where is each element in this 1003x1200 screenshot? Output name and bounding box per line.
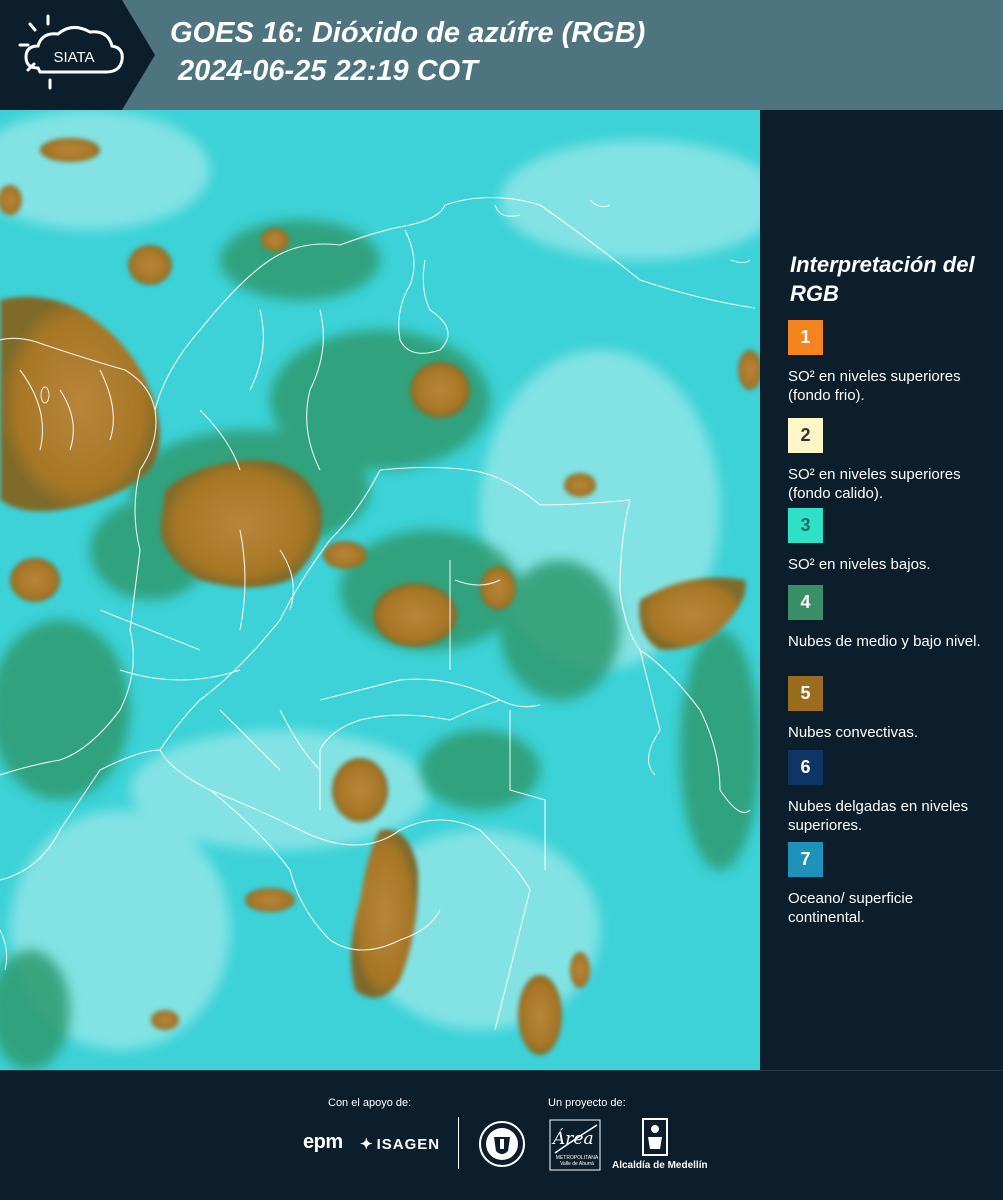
legend-label: Nubes delgadas en niveles superiores. [788,798,969,834]
epm-logo: epm [303,1131,343,1153]
isagen-text: ISAGEN [376,1135,441,1153]
legend-item-6: 6 Nubes delgadas en niveles superiores. [788,750,993,835]
legend-number: 1 [800,327,811,347]
legend-panel: Interpretación del RGB 1 SO² en niveles … [760,110,1003,1070]
area-logo-text: Área [553,1129,594,1149]
legend-label: Nubes convectivas. [788,724,919,741]
siata-goes-product-page: SIATA GOES 16: Dióxido de azúfre (RGB) 2… [0,0,1003,1200]
footer-divider [458,1117,459,1169]
legend-swatch-3: 3 [788,508,823,543]
legend-item-3: 3 SO² en niveles bajos. [788,508,993,574]
legend-number: 2 [800,425,811,445]
isagen-icon: ✦ [360,1136,374,1153]
legend-label: Nubes de medio y bajo nivel. [788,633,981,650]
title-product: GOES 16: Dióxido de azúfre (RGB) [170,17,646,49]
legend-label: Oceano/ superficie continental. [788,890,914,926]
legend-swatch-7: 7 [788,842,823,877]
legend-item-2: 2 SO² en niveles superiores (fondo calid… [788,418,993,503]
alcaldia-shield-icon [641,1117,669,1164]
page-title: GOES 16: Dióxido de azúfre (RGB) 2024-06… [170,14,645,90]
legend-label: SO² en niveles superiores (fondo frio). [788,368,961,404]
support-label: Con el apoyo de: [328,1097,412,1109]
legend-item-1: 1 SO² en niveles superiores (fondo frio)… [788,320,993,405]
legend-number: 4 [800,592,811,612]
legend-swatch-4: 4 [788,585,823,620]
legend-item-4: 4 Nubes de medio y bajo nivel. [788,585,993,651]
legend-swatch-2: 2 [788,418,823,453]
area-logo-subtext: METROPOLITANA Valle de Aburrá [555,1155,599,1167]
legend-number: 6 [800,757,811,777]
header-bar: SIATA GOES 16: Dióxido de azúfre (RGB) 2… [0,0,1003,110]
title-timestamp: 2024-06-25 22:19 COT [170,55,478,87]
svg-text:SIATA: SIATA [53,49,94,66]
legend-swatch-1: 1 [788,320,823,355]
satellite-map [0,110,760,1070]
legend-title: Interpretación del RGB [790,252,975,306]
legend-number: 5 [800,683,811,703]
siata-logo: SIATA [0,0,155,110]
legend-swatch-5: 5 [788,676,823,711]
legend-number: 7 [800,849,811,869]
footer: Con el apoyo de: Un proyecto de: epm ✦ I… [0,1070,1003,1200]
legend-number: 3 [800,515,811,535]
legend-label: SO² en niveles superiores (fondo calido)… [788,466,961,502]
medellin-seal-icon [478,1119,526,1174]
legend-item-5: 5 Nubes convectivas. [788,676,993,742]
legend-item-7: 7 Oceano/ superficie continental. [788,842,993,927]
legend-swatch-6: 6 [788,750,823,785]
legend-label: SO² en niveles bajos. [788,556,931,573]
alcaldia-text: Alcaldía de Medellín [612,1160,708,1171]
isagen-logo: ✦ ISAGEN [360,1135,441,1154]
project-label: Un proyecto de: [548,1097,626,1109]
